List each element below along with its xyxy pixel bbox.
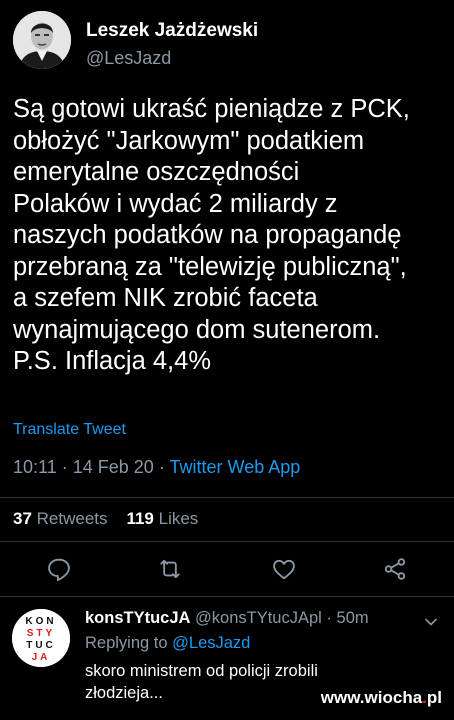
tweet-stats: 37 Retweets 119 Likes: [13, 509, 198, 529]
author-avatar[interactable]: [13, 11, 71, 69]
watermark-brand: wiocha: [364, 688, 423, 707]
tweet-date: 14 Feb 20: [72, 457, 154, 477]
share-icon: [384, 558, 406, 580]
likes-stat[interactable]: 119 Likes: [126, 509, 198, 528]
reply-icon: [48, 558, 70, 582]
tweet-timestamp: 10:11 · 14 Feb 20 · Twitter Web App: [13, 457, 300, 478]
tweet-text: Są gotowi ukraść pieniądze z PCK, obłoży…: [13, 94, 443, 378]
reply-text-line: skoro ministrem od policji zrobili: [85, 662, 318, 680]
retweet-button[interactable]: [156, 555, 184, 583]
watermark-prefix: www.: [320, 688, 365, 707]
reply-text: skoro ministrem od policji zrobili złodz…: [85, 660, 318, 704]
reply-age: 50m: [336, 609, 369, 627]
chevron-down-icon: [425, 618, 437, 626]
tweet-text-line: przebraną za "telewizję publiczną",: [13, 252, 407, 281]
tweet-text-line: naszych podatków na propagandę: [13, 221, 402, 249]
retweets-count: 37: [13, 509, 32, 528]
tweet-text-line: a szefem NIK zrobić faceta: [13, 284, 318, 312]
author-name[interactable]: Leszek Jażdżewski: [86, 20, 258, 42]
reply-author-name[interactable]: konsTYtucJA: [85, 609, 190, 627]
meta-separator: ·: [158, 457, 165, 477]
replying-to-label: Replying to: [85, 634, 168, 652]
retweets-stat[interactable]: 37 Retweets: [13, 509, 108, 528]
retweets-label: Retweets: [36, 509, 108, 528]
logo-row: STY: [27, 628, 55, 639]
divider: [0, 541, 454, 542]
tweet-text-line: obłożyć "Jarkowym" podatkiem: [13, 126, 365, 155]
logo-row: KON: [25, 616, 56, 627]
reply-avatar[interactable]: KON STY TUC JA: [12, 609, 70, 667]
logo-row: JA: [32, 652, 51, 663]
tweet-source-link[interactable]: Twitter Web App: [170, 457, 301, 477]
tweet-text-line: P.S. Inflacja 4,4%: [13, 347, 211, 375]
translate-tweet-link[interactable]: Translate Tweet: [13, 421, 126, 439]
watermark-tld: pl: [426, 688, 442, 707]
tweet-text-line: Są gotowi ukraść pieniądze z PCK,: [13, 95, 410, 123]
reply-text-line: złodzieja...: [85, 684, 163, 702]
like-button[interactable]: [270, 555, 298, 583]
meta-separator: ·: [61, 457, 68, 477]
tweet-text-line: Polaków i wydać 2 miliardy z: [13, 189, 338, 218]
wiocha-watermark: www.wiocha.pl: [321, 688, 442, 708]
tweet-action-bar: [0, 551, 454, 587]
like-icon: [273, 559, 295, 580]
share-button[interactable]: [381, 555, 409, 583]
logo-row: TUC: [26, 640, 56, 651]
author-handle[interactable]: @LesJazd: [86, 48, 171, 69]
author-portrait-icon: [13, 11, 71, 69]
tweet-author: Leszek Jażdżewski @LesJazd: [13, 11, 443, 71]
likes-label: Likes: [158, 509, 199, 528]
tweet-time: 10:11: [13, 457, 57, 477]
reply-header: konsTYtucJA @konsTYtucJApl · 50m: [85, 609, 369, 628]
reply-separator: ·: [326, 609, 332, 627]
replying-to: Replying to @LesJazd: [85, 634, 250, 653]
tweet-text-line: wynajmującego dom sutenerom.: [13, 315, 381, 344]
konstytucja-logo-icon: KON STY TUC JA: [12, 609, 70, 667]
reply-button[interactable]: [45, 555, 73, 583]
divider: [0, 497, 454, 498]
tweet-text-line: emerytalne oszczędności: [13, 158, 300, 186]
reply-menu-button[interactable]: [424, 614, 438, 626]
replying-to-mention[interactable]: @LesJazd: [172, 634, 250, 652]
reply-author-handle[interactable]: @konsTYtucJApl: [195, 609, 322, 627]
retweet-icon: [160, 559, 180, 579]
likes-count: 119: [126, 509, 154, 528]
